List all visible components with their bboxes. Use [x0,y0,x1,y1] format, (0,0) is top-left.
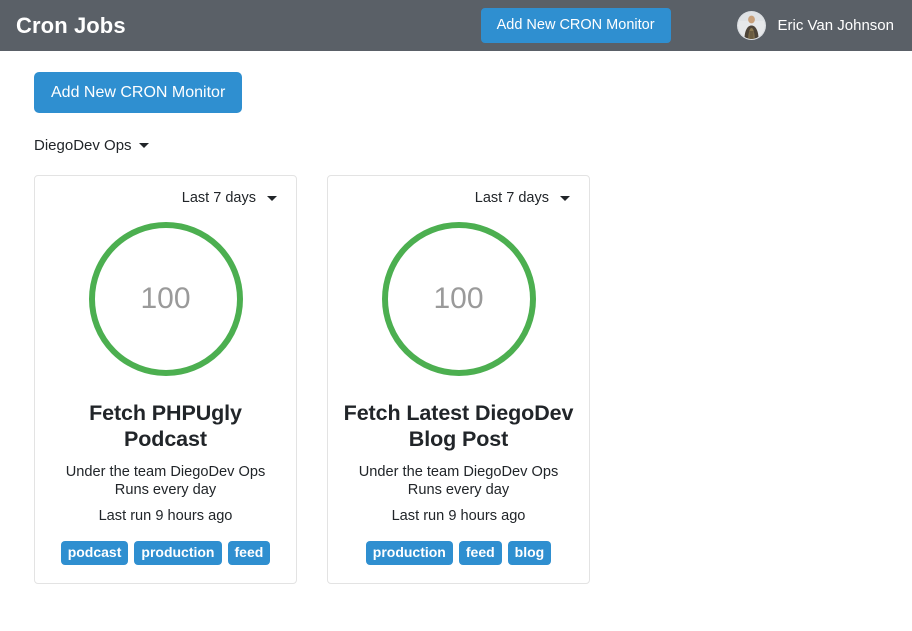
monitor-title: Fetch PHPUgly Podcast [89,401,242,452]
tag-badge[interactable]: blog [507,541,552,565]
monitor-schedule-line: Runs every day [114,481,217,498]
user-name-label: Eric Van Johnson [777,17,894,34]
gauge-value: 100 [433,282,484,316]
card-range-dropdown[interactable]: Last 7 days [49,190,282,206]
card-range-label: Last 7 days [474,190,549,207]
tag-badge[interactable]: feed [458,541,502,565]
gauge-container: 100 [49,219,282,379]
tag-badge[interactable]: production [134,541,222,565]
user-menu[interactable]: Eric Van Johnson [736,11,894,40]
monitor-last-run: Last run 9 hours ago [98,508,233,525]
page-body: Add New CRON Monitor DiegoDev Ops Last 7… [0,51,912,584]
card-range-dropdown[interactable]: Last 7 days [342,190,575,206]
gauge-value: 100 [140,282,191,316]
tag-badge[interactable]: podcast [60,541,129,565]
gauge-container: 100 [342,219,575,379]
monitor-card[interactable]: Last 7 days 100 Fetch Latest DiegoDev Bl… [327,175,590,584]
tag-badge[interactable]: production [365,541,453,565]
monitor-team-line: Under the team DiegoDev Ops [65,463,266,480]
monitor-title: Fetch Latest DiegoDev Blog Post [343,401,574,452]
tag-badge[interactable]: feed [227,541,271,565]
team-filter-dropdown[interactable]: DiegoDev Ops [34,137,149,154]
app-header: Cron Jobs Add New CRON Monitor Eric Van … [0,0,912,51]
monitor-card-list: Last 7 days 100 Fetch PHPUgly Podcast Un… [34,175,912,584]
monitor-last-run: Last run 9 hours ago [391,508,526,525]
monitor-card[interactable]: Last 7 days 100 Fetch PHPUgly Podcast Un… [34,175,297,584]
header-add-cron-monitor-button[interactable]: Add New CRON Monitor [480,8,671,43]
uptime-gauge: 100 [86,219,246,379]
card-range-label: Last 7 days [181,190,256,207]
tag-list: production feed blog [342,541,575,565]
monitor-team-line: Under the team DiegoDev Ops [358,463,559,480]
caret-down-icon [267,195,277,201]
tag-list: podcast production feed [49,541,282,565]
add-cron-monitor-button[interactable]: Add New CRON Monitor [34,72,243,114]
monitor-schedule-line: Runs every day [407,481,510,498]
caret-down-icon [560,195,570,201]
uptime-gauge: 100 [379,219,539,379]
avatar [736,11,766,40]
caret-down-icon [138,143,149,149]
page-title: Cron Jobs [16,12,126,38]
team-filter-label: DiegoDev Ops [34,137,132,155]
toolbar: Add New CRON Monitor [0,51,912,114]
